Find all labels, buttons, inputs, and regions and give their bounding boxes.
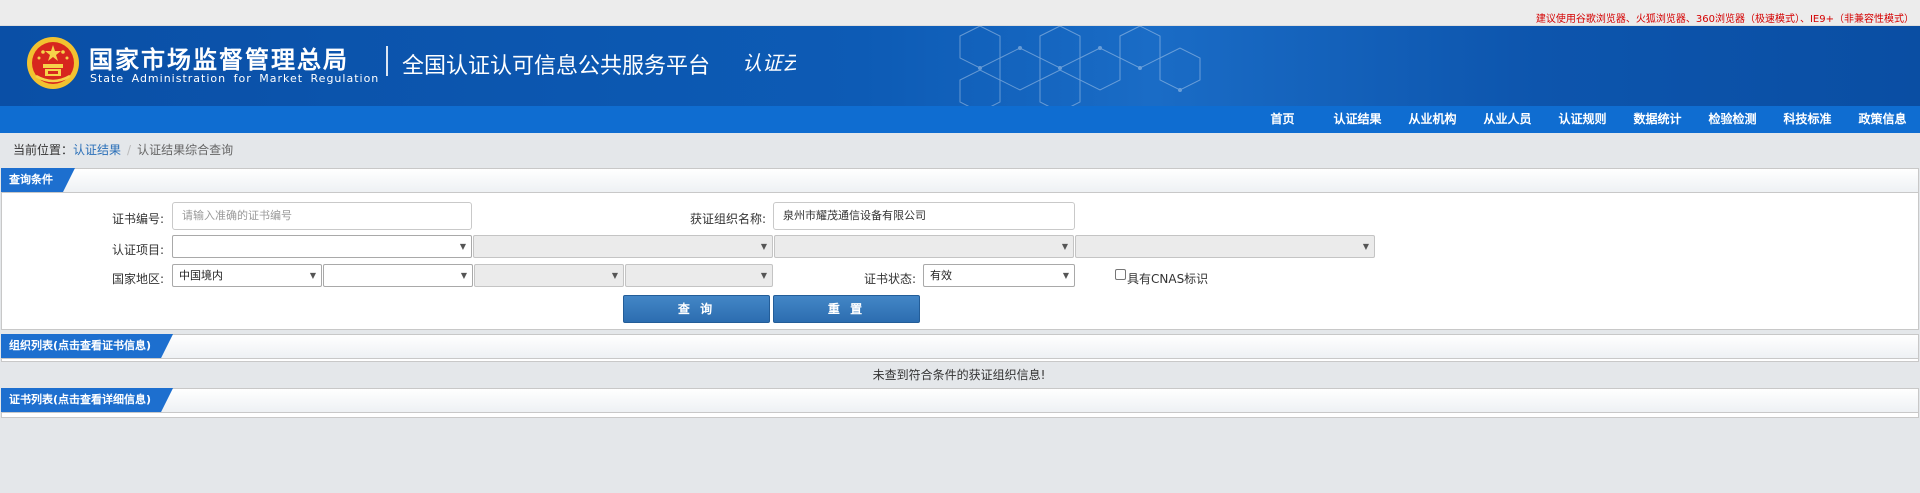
cert-status-label: 证书状态: bbox=[863, 272, 916, 286]
project-label: 认证项目: bbox=[111, 243, 164, 257]
national-emblem-icon bbox=[27, 37, 79, 89]
org-name-label: 获证组织名称: bbox=[689, 212, 766, 226]
agency-title: 国家市场监督管理总局 bbox=[89, 46, 349, 74]
chevron-down-icon: ▼ bbox=[309, 271, 316, 280]
query-panel-title: 查询条件 bbox=[1, 168, 75, 192]
cert-no-input[interactable]: 请输入准确的证书编号 bbox=[172, 202, 472, 230]
cert-status-value: 有效 bbox=[930, 269, 952, 282]
org-name-input[interactable]: 泉州市耀茂通信设备有限公司 bbox=[773, 202, 1075, 230]
chevron-down-icon: ▼ bbox=[459, 242, 466, 251]
query-panel-header: 查询条件 bbox=[2, 169, 1918, 193]
cnas-label: 具有CNAS标识 bbox=[1127, 272, 1209, 286]
breadcrumb: 当前位置：认证结果 / 认证结果综合查询 bbox=[13, 141, 233, 158]
nav-item-institutions[interactable]: 从业机构 bbox=[1395, 106, 1470, 133]
nav-item-home[interactable]: 首页 bbox=[1245, 106, 1320, 133]
breadcrumb-separator: / bbox=[127, 143, 132, 157]
query-panel: 查询条件 证书编号: 请输入准确的证书编号 获证组织名称: 泉州市耀茂通信设备有… bbox=[1, 168, 1919, 330]
project-select-3[interactable]: ▼ bbox=[774, 235, 1074, 258]
top-notice-bar: 建议使用谷歌浏览器、火狐浏览器、360浏览器（极速模式）、IE9+（非兼容性模式… bbox=[0, 0, 1920, 26]
platform-title: 全国认证认可信息公共服务平台 bbox=[402, 54, 711, 79]
breadcrumb-prefix: 当前位置： bbox=[13, 143, 74, 157]
chevron-down-icon: ▼ bbox=[460, 271, 467, 280]
chevron-down-icon: ▼ bbox=[760, 242, 767, 251]
cert-list-panel-header: 证书列表(点击查看详细信息) bbox=[2, 389, 1918, 413]
region-select-province[interactable]: ▼ bbox=[323, 264, 473, 287]
reset-button[interactable]: 重 置 bbox=[773, 295, 920, 323]
cert-no-label: 证书编号: bbox=[111, 212, 164, 226]
region-label: 国家地区: bbox=[111, 272, 164, 286]
region-select-district[interactable]: ▼ bbox=[625, 264, 773, 287]
nav-item-cert-results[interactable]: 认证结果 bbox=[1320, 106, 1395, 133]
breadcrumb-link-cert-results[interactable]: 认证结果 bbox=[73, 143, 121, 157]
site-header: 国家市场监督管理总局 State Administration for Mark… bbox=[0, 26, 1920, 106]
region-select-value: 中国境内 bbox=[179, 269, 223, 282]
agency-title-english: State Administration for Market Regulati… bbox=[90, 72, 380, 85]
org-list-panel-header: 组织列表(点击查看证书信息) bbox=[2, 335, 1918, 359]
header-divider bbox=[386, 46, 388, 76]
org-list-panel-title[interactable]: 组织列表(点击查看证书信息) bbox=[1, 334, 173, 358]
hexagon-pattern-decoration bbox=[959, 26, 1201, 106]
cert-list-panel-title[interactable]: 证书列表(点击查看详细信息) bbox=[1, 388, 173, 412]
cert-list-panel: 证书列表(点击查看详细信息) bbox=[1, 388, 1919, 418]
chevron-down-icon: ▼ bbox=[611, 271, 618, 280]
nav-item-personnel[interactable]: 从业人员 bbox=[1470, 106, 1545, 133]
org-list-empty-message: 未查到符合条件的获证组织信息! bbox=[872, 368, 1046, 382]
nav-item-cert-rules[interactable]: 认证规则 bbox=[1545, 106, 1620, 133]
chevron-down-icon: ▼ bbox=[1062, 271, 1069, 280]
cert-status-select[interactable]: 有效 ▼ bbox=[923, 264, 1075, 287]
main-nav: 首页 认证结果 从业机构 从业人员 认证规则 数据统计 检验检测 科技标准 政策… bbox=[0, 106, 1920, 133]
chevron-down-icon: ▼ bbox=[1061, 242, 1068, 251]
region-select-city[interactable]: ▼ bbox=[474, 264, 624, 287]
renzheng-cloud-logo: 认证云 bbox=[742, 51, 796, 75]
browser-notice: 建议使用谷歌浏览器、火狐浏览器、360浏览器（极速模式）、IE9+（非兼容性模式… bbox=[1535, 14, 1914, 25]
project-select-4[interactable]: ▼ bbox=[1075, 235, 1375, 258]
breadcrumb-current: 认证结果综合查询 bbox=[137, 143, 234, 157]
nav-item-tech-standards[interactable]: 科技标准 bbox=[1770, 106, 1845, 133]
nav-item-statistics[interactable]: 数据统计 bbox=[1620, 106, 1695, 133]
logo-text: 认证云 bbox=[742, 51, 796, 75]
query-button[interactable]: 查 询 bbox=[623, 295, 770, 323]
project-select-2[interactable]: ▼ bbox=[473, 235, 773, 258]
chevron-down-icon: ▼ bbox=[1362, 242, 1369, 251]
region-select-country[interactable]: 中国境内 ▼ bbox=[172, 264, 322, 287]
chevron-down-icon: ▼ bbox=[760, 271, 767, 280]
nav-item-policy[interactable]: 政策信息 bbox=[1845, 106, 1920, 133]
cnas-checkbox[interactable] bbox=[1115, 269, 1126, 280]
nav-item-inspection[interactable]: 检验检测 bbox=[1695, 106, 1770, 133]
org-list-panel: 组织列表(点击查看证书信息) bbox=[1, 334, 1919, 362]
project-select-1[interactable]: ▼ bbox=[172, 235, 472, 258]
